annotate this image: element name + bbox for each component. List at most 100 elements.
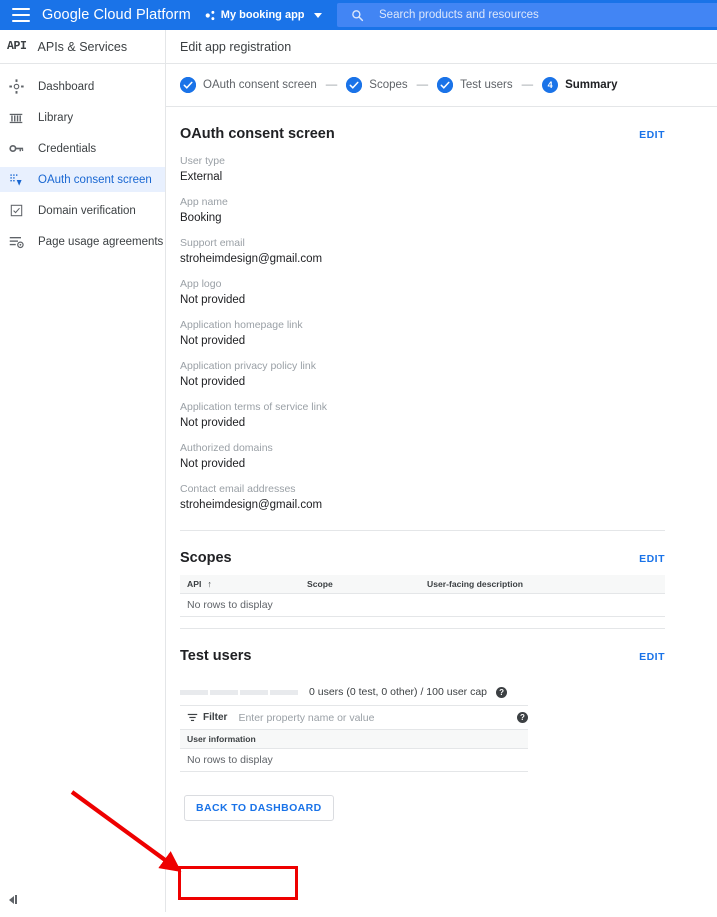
field-label: Contact email addresses — [180, 483, 296, 495]
edit-scopes-link[interactable]: EDIT — [639, 553, 665, 565]
page-title: Edit app registration — [180, 39, 292, 54]
step-test-users[interactable]: Test users — [437, 77, 513, 93]
step-separator: — — [521, 79, 534, 91]
field-value: stroheimdesign@gmail.com — [180, 499, 323, 511]
step-label: Scopes — [369, 79, 408, 91]
filter-label: Filter — [203, 712, 228, 723]
sidebar-item-label: Dashboard — [38, 80, 95, 93]
sidebar-item-dashboard[interactable]: Dashboard — [0, 74, 165, 99]
column-header-user-information[interactable]: User information — [187, 734, 528, 744]
dashboard-icon — [8, 79, 24, 95]
summary-content: OAuth consent screen EDIT User type Exte… — [166, 107, 717, 821]
oauth-section-header: OAuth consent screen EDIT — [180, 107, 717, 142]
help-icon[interactable]: ? — [517, 712, 528, 723]
user-cap-progress — [180, 689, 298, 695]
library-icon — [8, 110, 24, 126]
step-label: Summary — [565, 79, 618, 91]
edit-oauth-consent-screen-link[interactable]: EDIT — [639, 129, 665, 141]
main-content: OAuth consent screen — Scopes — Test use… — [166, 64, 717, 912]
api-glyph-icon: API — [7, 40, 27, 53]
table-footer — [180, 617, 665, 629]
table-empty-message: No rows to display — [180, 594, 665, 617]
field-application-terms-of-service-link: Application terms of service link Not pr… — [180, 401, 717, 429]
sidebar-item-label: Page usage agreements — [38, 235, 164, 248]
step-separator: — — [416, 79, 429, 91]
domain-verification-icon — [8, 203, 24, 219]
hamburger-icon[interactable] — [12, 8, 30, 22]
scopes-section-header: Scopes EDIT — [180, 531, 717, 566]
sidebar-item-label: Library — [38, 111, 74, 124]
section-title: Scopes — [180, 550, 232, 566]
column-header-label: API — [187, 579, 202, 589]
sidebar-item-credentials[interactable]: Credentials — [0, 136, 165, 161]
field-value: Not provided — [180, 417, 246, 429]
filter-icon — [187, 713, 198, 722]
field-app-logo: App logo Not provided — [180, 278, 717, 306]
field-contact-email-addresses: Contact email addresses stroheimdesign@g… — [180, 483, 717, 511]
section-title: OAuth consent screen — [180, 126, 335, 142]
step-label: Test users — [460, 79, 513, 91]
field-value: Not provided — [180, 376, 246, 388]
field-label: App logo — [180, 278, 222, 290]
sidebar: Dashboard Library Credentials OAuth cons… — [0, 64, 166, 912]
product-header: API APIs & Services Edit app registratio… — [0, 30, 717, 64]
step-summary[interactable]: 4 Summary — [542, 77, 618, 93]
step-oauth-consent-screen[interactable]: OAuth consent screen — [180, 77, 317, 93]
sidebar-item-page-usage-agreements[interactable]: Page usage agreements — [0, 229, 165, 254]
help-icon[interactable]: ? — [496, 686, 508, 698]
check-icon — [437, 77, 454, 93]
page-title-wrap: Edit app registration — [166, 38, 291, 56]
test-users-table: User information No rows to display — [180, 730, 528, 772]
field-support-email: Support email stroheimdesign@gmail.com — [180, 237, 717, 265]
footer-actions: BACK TO DASHBOARD — [180, 795, 717, 821]
body: Dashboard Library Credentials OAuth cons… — [0, 64, 717, 912]
page-usage-agreements-icon — [8, 234, 24, 250]
chevron-down-icon — [313, 12, 322, 18]
sidebar-item-library[interactable]: Library — [0, 105, 165, 130]
sidebar-item-label: OAuth consent screen — [38, 173, 152, 186]
step-scopes[interactable]: Scopes — [346, 77, 408, 93]
search-input[interactable] — [377, 8, 707, 22]
arrow-up-icon: ↑ — [207, 579, 212, 589]
column-header-api[interactable]: API ↑ — [187, 579, 307, 589]
project-selector[interactable]: My booking app — [205, 9, 322, 21]
field-value: Not provided — [180, 458, 246, 470]
brand-title[interactable]: Google Cloud Platform — [42, 7, 191, 23]
edit-test-users-link[interactable]: EDIT — [639, 651, 665, 663]
column-header-user-facing-description[interactable]: User-facing description — [427, 579, 665, 589]
product-identity[interactable]: API APIs & Services — [0, 30, 166, 63]
field-label: Application homepage link — [180, 319, 303, 331]
sidebar-item-domain-verification[interactable]: Domain verification — [0, 198, 165, 223]
scopes-table: API ↑ Scope User-facing description No r… — [180, 575, 665, 629]
sidebar-item-label: Domain verification — [38, 204, 136, 217]
column-header-scope[interactable]: Scope — [307, 579, 427, 589]
user-cap-row: 0 users (0 test, 0 other) / 100 user cap… — [180, 686, 717, 698]
test-users-filter-row[interactable]: Filter ? — [180, 705, 528, 730]
field-label: Application terms of service link — [180, 401, 328, 413]
filter-input[interactable] — [236, 710, 508, 725]
step-label: OAuth consent screen — [203, 79, 317, 91]
field-user-type: User type External — [180, 155, 717, 183]
check-icon — [346, 77, 363, 93]
check-icon — [180, 77, 196, 93]
step-number-badge: 4 — [542, 77, 559, 93]
field-application-privacy-policy-link: Application privacy policy link Not prov… — [180, 360, 717, 388]
project-name: My booking app — [220, 9, 305, 21]
sidebar-item-label: Credentials — [38, 142, 97, 155]
field-application-homepage-link: Application homepage link Not provided — [180, 319, 717, 347]
top-app-bar: Google Cloud Platform My booking app — [0, 0, 717, 30]
section-title: Test users — [180, 648, 252, 664]
field-label: Support email — [180, 237, 245, 249]
collapse-panel-icon[interactable] — [9, 895, 17, 904]
field-authorized-domains: Authorized domains Not provided — [180, 442, 717, 470]
field-label: User type — [180, 155, 225, 167]
product-name: APIs & Services — [37, 39, 128, 54]
field-value: Not provided — [180, 294, 246, 306]
table-header-row: API ↑ Scope User-facing description — [180, 575, 665, 594]
field-value: stroheimdesign@gmail.com — [180, 253, 323, 265]
user-cap-text: 0 users (0 test, 0 other) / 100 user cap — [309, 686, 488, 698]
global-search[interactable] — [337, 3, 717, 27]
sidebar-item-oauth-consent-screen[interactable]: OAuth consent screen — [0, 167, 165, 192]
back-to-dashboard-button[interactable]: BACK TO DASHBOARD — [184, 795, 334, 821]
field-label: App name — [180, 196, 228, 208]
